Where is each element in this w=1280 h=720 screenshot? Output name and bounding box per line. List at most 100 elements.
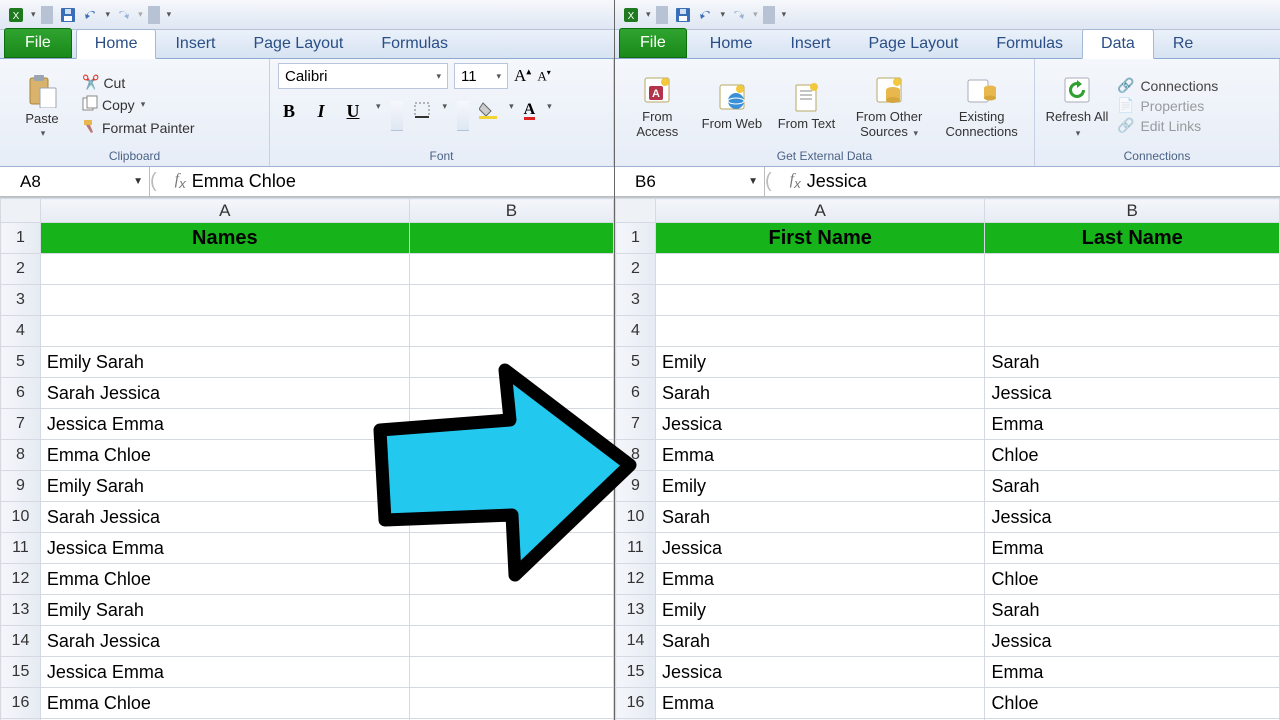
cell[interactable] [655,316,984,347]
cell[interactable]: Sarah [655,378,984,409]
cell[interactable]: Sarah [985,471,1280,502]
cell[interactable]: Jessica Emma [40,657,409,688]
paste-dropdown-icon[interactable]: ▾ [39,128,46,139]
col-header-B[interactable]: B [409,199,613,223]
qat-customize-icon[interactable]: ▾ [780,9,787,20]
row-header[interactable]: 13 [1,595,41,626]
redo-icon[interactable] [113,5,133,25]
font-size-select[interactable]: 11▾ [454,63,508,89]
fill-dropdown-icon[interactable]: ▾ [507,101,514,131]
col-header-B[interactable]: B [985,199,1280,223]
from-web-button[interactable]: From Web [698,79,766,131]
cell[interactable]: Jessica Emma [40,409,409,440]
row-header[interactable]: 7 [1,409,41,440]
fx-icon[interactable]: fx [790,171,801,191]
select-all-cell[interactable] [1,199,41,223]
cell[interactable] [409,502,613,533]
row-header[interactable]: 11 [1,533,41,564]
cell[interactable] [40,316,409,347]
cell[interactable]: Chloe [985,688,1280,719]
qat-dropdown-icon[interactable]: ▾ [29,9,36,20]
row-header[interactable]: 5 [616,347,656,378]
row-header[interactable]: 4 [616,316,656,347]
tab-data[interactable]: Data [1082,29,1154,59]
cell[interactable]: Emma [655,440,984,471]
formula-value[interactable]: Emma Chloe [192,171,296,192]
cell[interactable] [655,254,984,285]
cell[interactable] [409,378,613,409]
row-header[interactable]: 11 [616,533,656,564]
tab-home[interactable]: Home [691,29,772,58]
name-box[interactable]: B6▼ [615,167,765,196]
cell[interactable]: Sarah Jessica [40,378,409,409]
undo-dropdown-icon[interactable]: ▾ [104,9,111,20]
cell[interactable]: Emma [985,533,1280,564]
cell[interactable]: Emily [655,471,984,502]
cell[interactable] [409,595,613,626]
col-header-A[interactable]: A [40,199,409,223]
cell[interactable]: Emma [655,564,984,595]
name-box[interactable]: A8▼ [0,167,150,196]
fill-color-button[interactable] [479,101,497,131]
cell[interactable] [409,471,613,502]
from-text-button[interactable]: From Text [772,79,840,131]
row-header[interactable]: 12 [1,564,41,595]
cell[interactable]: First Name [655,223,984,254]
undo-icon[interactable] [81,5,101,25]
row-header[interactable]: 8 [1,440,41,471]
tab-page-layout[interactable]: Page Layout [234,29,362,58]
row-header[interactable]: 3 [616,285,656,316]
row-header[interactable]: 2 [616,254,656,285]
worksheet-grid[interactable]: AB1First NameLast Name2345EmilySarah6Sar… [615,197,1280,720]
row-header[interactable]: 15 [616,657,656,688]
qat-dropdown-icon[interactable]: ▾ [644,9,651,20]
cell[interactable]: Emily [655,347,984,378]
border-button[interactable] [413,101,431,131]
cell[interactable]: Sarah Jessica [40,502,409,533]
from-access-button[interactable]: AFrom Access [623,72,691,139]
cell[interactable]: Emily Sarah [40,347,409,378]
cell[interactable]: Last Name [985,223,1280,254]
row-header[interactable]: 2 [1,254,41,285]
cell[interactable]: Emma [985,657,1280,688]
bold-button[interactable]: B [278,101,300,131]
cell[interactable] [409,285,613,316]
cell[interactable]: Sarah [985,595,1280,626]
cell[interactable]: Emily [655,595,984,626]
cell[interactable] [409,564,613,595]
cell[interactable]: Jessica [655,533,984,564]
cell[interactable] [985,254,1280,285]
select-all-cell[interactable] [616,199,656,223]
cell[interactable]: Jessica [655,409,984,440]
row-header[interactable]: 7 [616,409,656,440]
row-header[interactable]: 1 [1,223,41,254]
cell[interactable]: Jessica [985,502,1280,533]
row-header[interactable]: 9 [1,471,41,502]
tab-formulas[interactable]: Formulas [977,29,1082,58]
italic-button[interactable]: I [310,101,332,131]
tab-home[interactable]: Home [76,29,157,59]
cell[interactable]: Emily Sarah [40,595,409,626]
cell[interactable] [409,688,613,719]
save-icon[interactable] [673,5,693,25]
cell[interactable] [409,316,613,347]
cell[interactable] [409,626,613,657]
tab-file[interactable]: File [619,28,687,58]
tab-file[interactable]: File [4,28,72,58]
cell[interactable]: Chloe [985,564,1280,595]
connections-button[interactable]: 🔗Connections [1117,77,1218,94]
cell[interactable] [409,409,613,440]
cell[interactable] [985,316,1280,347]
cell[interactable]: Emma Chloe [40,688,409,719]
row-header[interactable]: 14 [616,626,656,657]
existing-connections-button[interactable]: Existing Connections [938,72,1026,139]
row-header[interactable]: 12 [616,564,656,595]
cell[interactable]: Jessica [655,657,984,688]
row-header[interactable]: 6 [1,378,41,409]
cut-button[interactable]: ✂️Cut [82,74,195,91]
cell[interactable]: Sarah Jessica [40,626,409,657]
cell[interactable] [409,347,613,378]
tab-page-layout[interactable]: Page Layout [849,29,977,58]
row-header[interactable]: 8 [616,440,656,471]
save-icon[interactable] [58,5,78,25]
